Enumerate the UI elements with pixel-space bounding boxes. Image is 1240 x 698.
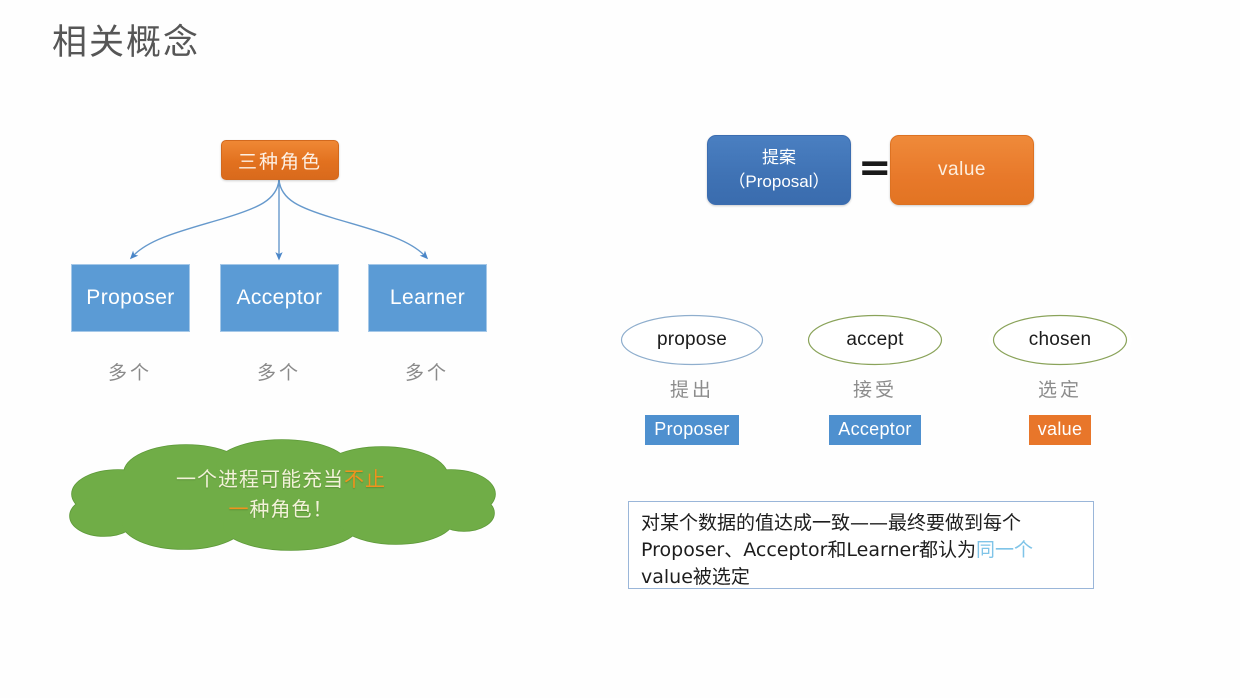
term-label-chosen: chosen [1028, 329, 1092, 350]
term-ellipse-accept: accept [803, 314, 947, 366]
three-roles-box: 三种角色 [221, 140, 339, 180]
value-box: value [890, 135, 1034, 205]
term-cn-accept: 接受 [852, 379, 897, 401]
cloud-text-line-1: 一个进程可能充当不止 [66, 464, 496, 494]
term-ellipse-propose: propose [620, 314, 764, 366]
cloud-text-line-2: 一种角色！ [66, 494, 496, 524]
term-label-propose: propose [656, 329, 728, 350]
term-ellipse-chosen: chosen [988, 314, 1132, 366]
note-part-1: 对某个数据的值达成一致——最终要做到每个Proposer、Acceptor和Le… [641, 512, 1022, 561]
term-label-accept: accept [846, 329, 904, 350]
three-roles-label: 三种角色 [237, 150, 322, 173]
count-label-learner: 多个 [404, 362, 449, 384]
page-title: 相关概念 [52, 23, 201, 63]
cloud-line2-highlight: 一 [228, 497, 250, 521]
term-tag-acceptor: Acceptor [829, 415, 921, 445]
definition-note-box: 对某个数据的值达成一致——最终要做到每个Proposer、Acceptor和Le… [628, 501, 1094, 589]
count-label-acceptor: 多个 [256, 362, 301, 384]
term-tag-value: value [1028, 415, 1092, 445]
term-cn-propose: 提出 [669, 379, 714, 401]
count-label-proposer: 多个 [107, 362, 152, 384]
term-group-chosen: chosen 选定 value [980, 314, 1140, 445]
role-box-learner: Learner [369, 265, 486, 331]
role-box-proposer: Proposer [72, 265, 189, 331]
cloud-text: 一个进程可能充当不止 一种角色！ [66, 464, 496, 524]
cloud-callout: 一个进程可能充当不止 一种角色！ [66, 437, 496, 552]
value-label: value [938, 159, 986, 180]
note-part-2: value被选定 [641, 566, 750, 588]
term-tag-proposer: Proposer [645, 415, 739, 445]
cloud-line1-plain: 一个进程可能充当 [176, 467, 344, 491]
cloud-line2-plain: 种角色！ [249, 497, 334, 521]
role-label-learner: Learner [389, 286, 466, 309]
note-highlight: 同一个 [976, 539, 1034, 561]
term-cn-chosen: 选定 [1037, 379, 1082, 401]
equals-sign: = [858, 145, 892, 191]
proposal-label-cn: 提案 [762, 148, 796, 167]
proposal-box: 提案 （Proposal） [707, 135, 851, 205]
cloud-line1-highlight: 不止 [344, 467, 386, 491]
term-group-propose: propose 提出 Proposer [612, 314, 772, 445]
role-label-proposer: Proposer [86, 286, 175, 309]
term-group-accept: accept 接受 Acceptor [795, 314, 955, 445]
role-label-acceptor: Acceptor [236, 286, 323, 309]
role-box-acceptor: Acceptor [221, 265, 338, 331]
proposal-label-en: （Proposal） [728, 172, 830, 191]
slide-canvas: 相关概念 三种角色 Proposer Acceptor Learner 多个 多… [0, 0, 1240, 698]
